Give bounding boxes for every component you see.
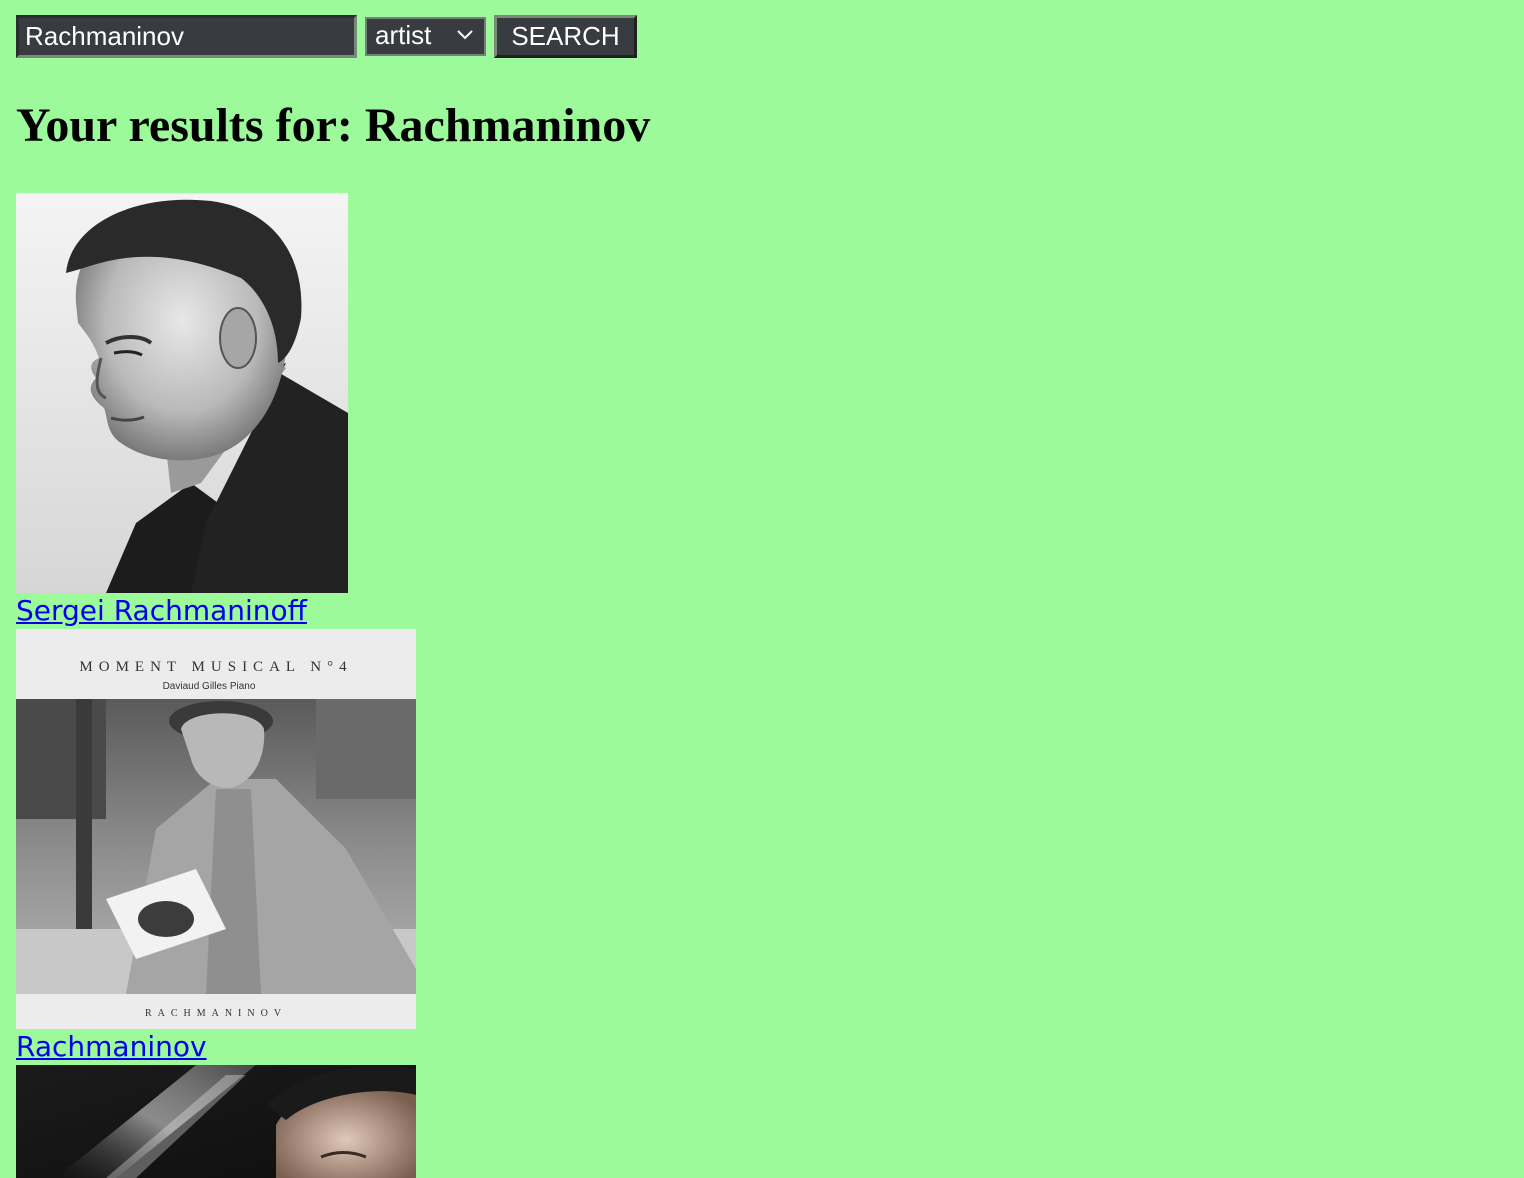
search-input[interactable] [16,15,357,58]
result-link-artist[interactable]: Rachmaninov [16,1029,416,1065]
search-type-selected-value: artist [375,20,432,50]
album-cover-image[interactable]: MOMENT MUSICAL N°4 Daviaud Gilles Piano … [16,629,416,1029]
cover-footer: RACHMANINOV [145,1008,287,1019]
result-item: MOMENT MUSICAL N°4 Daviaud Gilles Piano … [16,629,416,1065]
search-button[interactable]: SEARCH [494,15,637,58]
chevron-down-icon [457,30,473,40]
result-link-artist[interactable]: Sergei Rachmaninoff [16,593,348,629]
portrait-photo [16,193,348,593]
page-title: Your results for: Rachmaninov [16,99,651,152]
photo [16,1065,416,1178]
cover-subtitle: Daviaud Gilles Piano [163,681,256,692]
artist-image[interactable] [16,193,348,593]
album-cover: MOMENT MUSICAL N°4 Daviaud Gilles Piano … [16,629,416,1029]
result-item: Sergei Rachmaninoff [16,193,348,629]
result-item [16,1065,416,1178]
cover-title: MOMENT MUSICAL N°4 [79,659,352,675]
artist-image[interactable] [16,1065,416,1178]
search-type-select[interactable]: artist [365,17,486,56]
